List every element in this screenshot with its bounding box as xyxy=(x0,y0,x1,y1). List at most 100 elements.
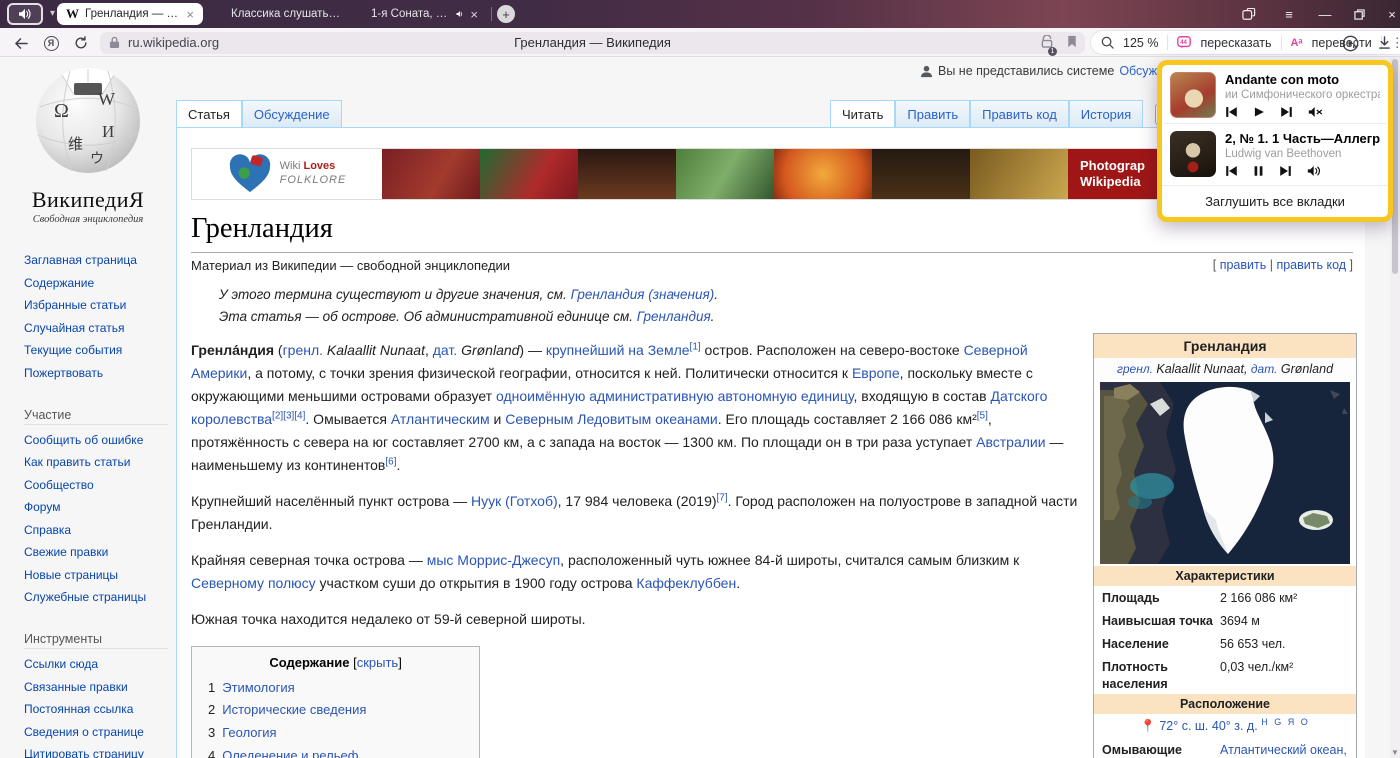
new-tab-button[interactable]: + xyxy=(497,5,515,23)
banner-photo xyxy=(480,149,578,199)
play-icon[interactable] xyxy=(1253,106,1265,118)
listen-page-button[interactable] xyxy=(1338,32,1362,54)
geohack-links[interactable]: H G Я O xyxy=(1261,717,1310,727)
toc-item[interactable]: 3Геология xyxy=(208,722,463,745)
infobox-row: Омывающие Атлантический океан, xyxy=(1094,738,1356,758)
infobox-title: Гренландия xyxy=(1094,334,1356,358)
wikipedia-globe-logo[interactable]: Ω W И 维 ウ xyxy=(32,65,144,185)
infobox-section-location: Расположение xyxy=(1094,694,1356,714)
minimize-button[interactable]: — xyxy=(1310,0,1340,28)
muted-speaker-icon[interactable] xyxy=(1308,106,1323,118)
ocean-link[interactable]: Атлантический океан, xyxy=(1220,742,1347,758)
wiki-wordmark[interactable]: ВикипедиЯ xyxy=(0,187,176,213)
album-art xyxy=(1170,131,1216,177)
sidebar-item[interactable]: Пожертвовать xyxy=(24,364,168,382)
sidebar-tools: Инструменты Ссылки сюдаСвязанные правкиП… xyxy=(0,632,176,758)
sidebar-item[interactable]: Постоянная ссылка xyxy=(24,700,168,718)
tab-sound-button[interactable] xyxy=(7,3,43,25)
close-window-button[interactable]: × xyxy=(1377,0,1400,28)
previous-track-icon[interactable] xyxy=(1225,106,1238,118)
sidebar-item[interactable]: Служебные страницы xyxy=(24,588,168,606)
previous-track-icon[interactable] xyxy=(1225,165,1238,177)
toc-hide-link[interactable]: [скрыть] xyxy=(353,655,402,670)
bookmark-icon[interactable] xyxy=(1067,35,1077,53)
menu-icon[interactable]: ≡ xyxy=(1274,0,1304,28)
sidebar-item[interactable]: Заглавная страница xyxy=(24,251,168,269)
sidebar-item[interactable]: Сообщество xyxy=(24,476,168,494)
browser-tab-bar: ▾ W Гренландия — Википе × Классика слуша… xyxy=(0,0,1400,28)
sidebar-item[interactable]: Как править статьи xyxy=(24,453,168,471)
sidebar-item[interactable]: Сведения о странице xyxy=(24,723,168,741)
tab-audio-icon xyxy=(456,9,464,19)
sidebar-item[interactable]: Свежие правки xyxy=(24,543,168,561)
translate-icon: Aᵃ xyxy=(1291,37,1303,49)
panels-icon[interactable] xyxy=(1234,0,1264,28)
sidebar-item[interactable]: Новые страницы xyxy=(24,566,168,584)
infobox-native-name: гренл. Kalaallit Nunaat, дат. Grønland xyxy=(1094,358,1356,380)
toc-item[interactable]: 2Исторические сведения xyxy=(208,699,463,722)
sidebar-item[interactable]: Цитировать страницу xyxy=(24,745,168,758)
close-icon[interactable]: × xyxy=(186,8,194,21)
sidebar-item[interactable]: Текущие события xyxy=(24,341,168,359)
sidebar-item[interactable]: Сообщить об ошибке xyxy=(24,431,168,449)
zoom-icon[interactable] xyxy=(1101,36,1114,49)
scroll-down-arrow[interactable]: ▼ xyxy=(1390,748,1400,757)
sidebar-item[interactable]: Справка xyxy=(24,521,168,539)
infobox-greenland: Гренландия гренл. Kalaallit Nunaat, дат.… xyxy=(1093,333,1357,758)
download-icon[interactable] xyxy=(1372,32,1396,54)
close-icon[interactable]: × xyxy=(470,8,478,21)
address-bar[interactable]: ru.wikipedia.org Гренландия — Википедия … xyxy=(100,32,1085,54)
speaker-icon[interactable] xyxy=(1307,165,1322,177)
infobox-row: Население56 653 чел. xyxy=(1094,632,1356,655)
reload-button[interactable] xyxy=(70,32,92,54)
track-subtitle: Ludwig van Beethoven xyxy=(1225,148,1380,160)
restore-button[interactable] xyxy=(1344,0,1374,28)
toc-item[interactable]: 1Этимология xyxy=(208,677,463,700)
svg-text:Ω: Ω xyxy=(54,100,69,122)
tab-read[interactable]: Читать xyxy=(830,100,895,127)
back-button[interactable] xyxy=(10,32,32,54)
svg-text:ウ: ウ xyxy=(90,151,104,167)
infobox-row: Наивысшая точка3694 м xyxy=(1094,609,1356,632)
sidebar-item[interactable]: Случайная статья xyxy=(24,319,168,337)
tab-discussion[interactable]: Обсуждение xyxy=(242,100,342,127)
track-title: 2, № 1. 1 Часть—Аллегро (Re xyxy=(1225,131,1380,146)
tab-edit-source[interactable]: Править код xyxy=(970,100,1069,127)
edit-links[interactable]: [ править | править код ] xyxy=(1213,258,1353,273)
hatnote: Эта статья — об острове. Об администрати… xyxy=(219,307,1353,327)
personal-bar: Вы не представились системе Обсуждение xyxy=(920,64,1192,78)
banner-photo xyxy=(676,149,774,199)
speaker-icon xyxy=(18,8,32,20)
chevron-down-icon[interactable]: ▾ xyxy=(50,8,55,19)
yandex-home-button[interactable]: Я xyxy=(40,32,62,54)
table-of-contents: Содержание [скрыть] 1Этимология 2Историч… xyxy=(191,646,480,758)
tab-article[interactable]: Статья xyxy=(176,100,242,127)
page-title-in-addressbar: Гренландия — Википедия xyxy=(100,35,1085,50)
album-art xyxy=(1170,72,1216,118)
sidebar-participation: Участие Сообщить об ошибкеКак править ст… xyxy=(0,408,176,607)
sidebar-item[interactable]: Ссылки сюда xyxy=(24,655,168,673)
sidebar-item[interactable]: Связанные правки xyxy=(24,678,168,696)
retell-button[interactable]: пересказать xyxy=(1200,36,1271,50)
sidebar-item[interactable]: Содержание xyxy=(24,274,168,292)
tab-history[interactable]: История xyxy=(1069,100,1143,127)
mute-all-tabs-button[interactable]: Заглушить все вкладки xyxy=(1162,185,1388,215)
next-track-icon[interactable] xyxy=(1279,165,1292,177)
protect-icon[interactable]: 1 xyxy=(1041,35,1053,53)
infobox-coordinates[interactable]: 📍 72° с. ш. 40° з. д. H G Я O xyxy=(1094,714,1356,738)
sidebar-item[interactable]: Форум xyxy=(24,498,168,516)
sidebar-item[interactable]: Избранные статьи xyxy=(24,296,168,314)
tab-classic-music[interactable]: Классика слушать онлайн xyxy=(222,3,350,25)
tab-wikipedia[interactable]: W Гренландия — Википе × xyxy=(57,3,203,25)
next-track-icon[interactable] xyxy=(1280,106,1293,118)
paragraph: Гренла́ндия (гренл. Kalaallit Nunaat, да… xyxy=(191,339,1079,477)
tab-edit[interactable]: Править xyxy=(895,100,970,127)
tab-label: Классика слушать онлайн xyxy=(231,8,341,20)
namespace-tabs: Статья Обсуждение xyxy=(176,100,342,127)
pause-icon[interactable] xyxy=(1253,165,1264,177)
greenland-satellite-map[interactable] xyxy=(1100,382,1350,564)
tab-sonata[interactable]: 1-я Соната, Фа Мин × xyxy=(362,3,487,25)
banner-photo xyxy=(872,149,970,199)
zoom-level[interactable]: 125 % xyxy=(1123,36,1158,50)
toc-item[interactable]: 4Оледенение и рельеф xyxy=(208,745,463,758)
